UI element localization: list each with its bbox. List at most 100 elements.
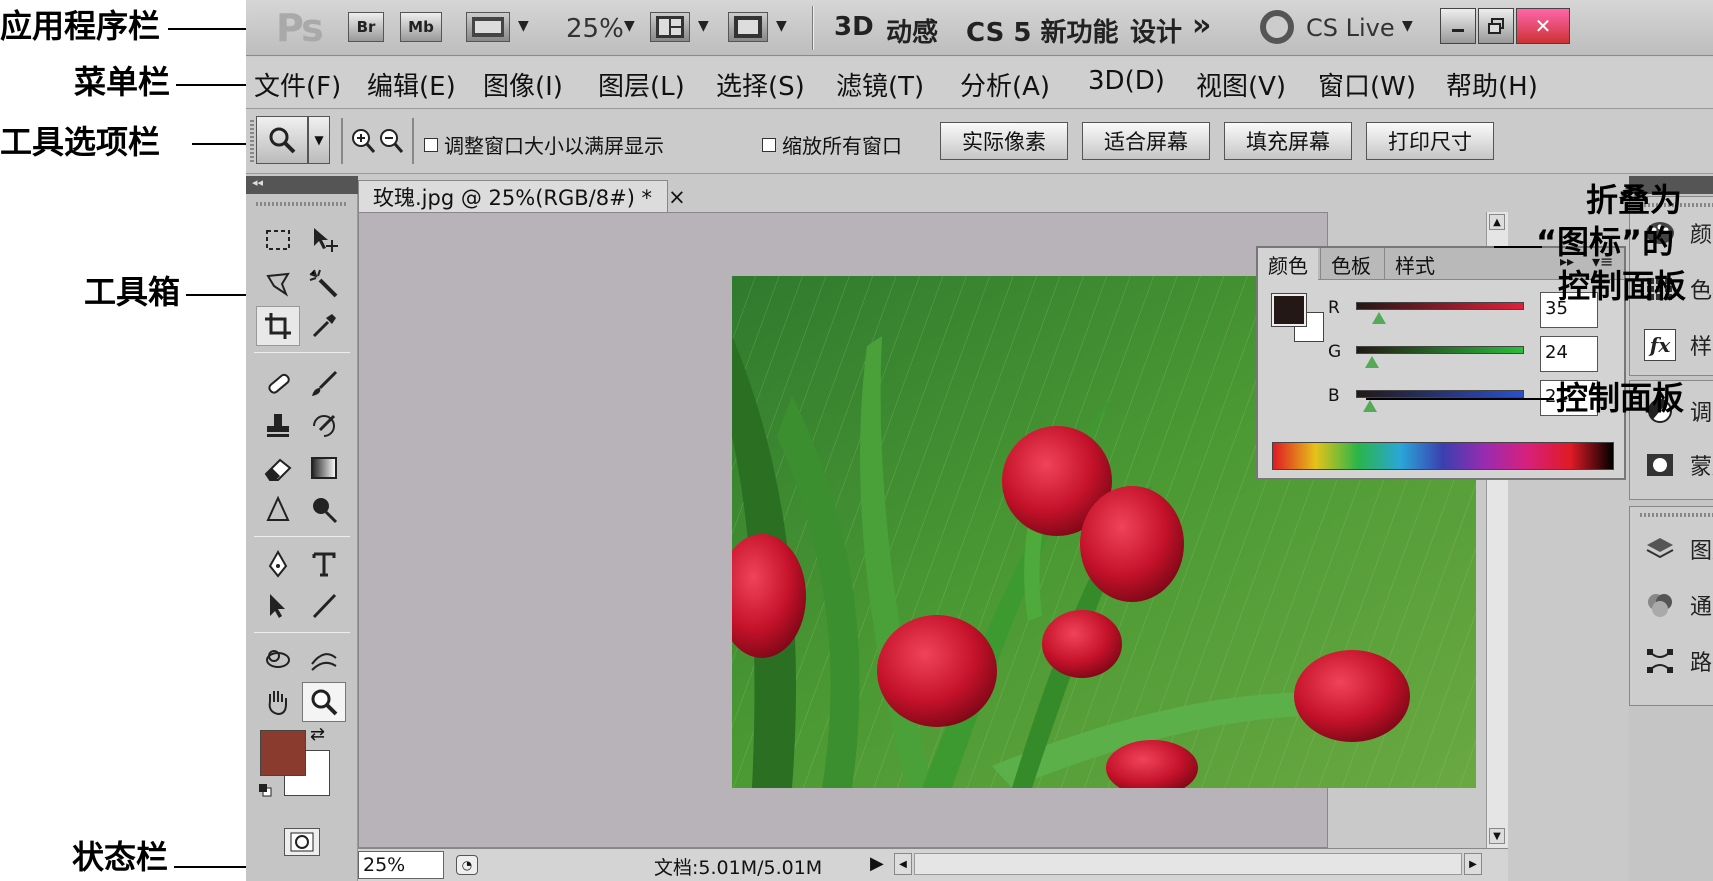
scroll-up-icon[interactable]: ▲ <box>1489 214 1505 230</box>
blue-thumb[interactable] <box>1362 400 1377 412</box>
zoom-tool[interactable] <box>302 682 346 722</box>
status-info-icon[interactable]: ◔ <box>456 855 478 875</box>
resize-windows-checkbox[interactable]: 调整窗口大小以满屏显示 <box>424 130 664 159</box>
zoom-out-icon[interactable] <box>378 126 404 156</box>
close-button[interactable]: ✕ <box>1516 8 1570 44</box>
dock-item-layers[interactable]: 图层 <box>1644 527 1713 571</box>
eyedropper-tool[interactable] <box>302 306 346 346</box>
crop-tool[interactable] <box>256 306 300 346</box>
mini-bridge-button[interactable]: Mb <box>400 12 442 42</box>
pen-tool[interactable] <box>256 544 300 584</box>
screen-mode-button[interactable] <box>728 12 768 42</box>
blue-track[interactable] <box>1356 390 1524 398</box>
status-zoom-field[interactable]: 25% <box>358 851 444 879</box>
horizontal-scrollbar[interactable] <box>914 853 1462 875</box>
bridge-button[interactable]: Br <box>348 12 384 42</box>
workspace-design[interactable]: 设计 <box>1130 12 1182 49</box>
scroll-down-icon[interactable]: ▼ <box>1489 828 1505 844</box>
zoom-in-icon[interactable] <box>350 126 376 156</box>
arrange-documents-button[interactable] <box>650 12 690 42</box>
color-spectrum-bar[interactable] <box>1272 442 1614 470</box>
red-track[interactable] <box>1356 302 1524 310</box>
tool-preset-dropdown[interactable]: ▼ <box>308 116 330 164</box>
status-menu-arrow-icon[interactable]: ▶ <box>870 853 884 874</box>
magic-wand-tool[interactable] <box>302 264 346 304</box>
document-tab[interactable]: 玫瑰.jpg @ 25%(RGB/8#) * × <box>358 180 686 212</box>
chevron-down-icon[interactable]: ▼ <box>698 18 709 34</box>
menu-3d[interactable]: 3D(D) <box>1088 66 1165 96</box>
actual-pixels-button[interactable]: 实际像素 <box>940 122 1068 160</box>
marquee-tool[interactable] <box>256 220 300 260</box>
fit-screen-button[interactable]: 适合屏幕 <box>1082 122 1210 160</box>
move-tool[interactable] <box>302 220 346 260</box>
cs-live-menu[interactable]: CS Live <box>1306 14 1395 42</box>
more-workspaces-icon[interactable]: » <box>1192 8 1211 43</box>
lasso-tool[interactable] <box>256 264 300 304</box>
history-brush-tool[interactable] <box>302 406 346 446</box>
default-colors-icon[interactable] <box>258 782 272 797</box>
chevron-down-icon[interactable]: ▼ <box>776 18 787 34</box>
horizontal-scroll-left-icon[interactable]: ◀ <box>894 853 912 875</box>
type-tool[interactable] <box>302 544 346 584</box>
red-thumb[interactable] <box>1372 312 1387 324</box>
menu-view[interactable]: 视图(V) <box>1196 66 1286 103</box>
tab-color[interactable]: 颜色 <box>1258 248 1318 280</box>
fill-screen-button[interactable]: 填充屏幕 <box>1224 122 1352 160</box>
menu-window[interactable]: 窗口(W) <box>1318 66 1416 103</box>
zoom-all-windows-checkbox[interactable]: 缩放所有窗口 <box>762 130 902 159</box>
toolbox-grip[interactable] <box>256 202 348 206</box>
restore-button[interactable] <box>1478 8 1514 44</box>
green-slider[interactable]: G 24 <box>1328 336 1618 374</box>
print-size-button[interactable]: 打印尺寸 <box>1366 122 1494 160</box>
dock-item-channels[interactable]: 通道 <box>1644 583 1713 627</box>
menu-file[interactable]: 文件(F) <box>254 66 341 103</box>
dock-item-paths[interactable]: 路径 <box>1644 639 1713 683</box>
close-icon[interactable]: × <box>668 185 686 209</box>
menu-help[interactable]: 帮助(H) <box>1446 66 1538 103</box>
gradient-tool[interactable] <box>302 448 346 488</box>
blur-tool[interactable] <box>256 490 300 530</box>
checkbox-box[interactable] <box>424 137 438 152</box>
menu-layer[interactable]: 图层(L) <box>598 66 685 103</box>
hand-tool[interactable] <box>256 682 300 722</box>
foreground-color-box[interactable] <box>1271 293 1307 327</box>
workspace-motion[interactable]: 动感 <box>886 12 938 49</box>
chevron-down-icon[interactable]: ▼ <box>1402 18 1413 34</box>
workspace-cs5-new[interactable]: CS 5 新功能 <box>966 12 1118 49</box>
quick-mask-button[interactable] <box>284 828 320 856</box>
dock-item-styles[interactable]: fx 样式 <box>1644 323 1713 367</box>
view-extras-button[interactable] <box>466 12 510 42</box>
healing-brush-tool[interactable] <box>256 364 300 404</box>
menu-edit[interactable]: 编辑(E) <box>367 66 456 103</box>
tool-preset-picker[interactable] <box>256 116 308 164</box>
menu-analysis[interactable]: 分析(A) <box>960 66 1050 103</box>
line-tool[interactable] <box>302 586 346 626</box>
dodge-tool[interactable] <box>302 490 346 530</box>
zoom-level[interactable]: 25% <box>566 14 624 44</box>
options-bar-grip[interactable] <box>250 120 254 164</box>
cs-live-icon[interactable] <box>1260 10 1294 44</box>
green-thumb[interactable] <box>1364 356 1379 368</box>
swap-colors-icon[interactable]: ⇄ <box>310 724 325 745</box>
menu-select[interactable]: 选择(S) <box>716 66 805 103</box>
clone-stamp-tool[interactable] <box>256 406 300 446</box>
dock-item-masks[interactable]: 蒙版 <box>1644 443 1713 487</box>
menu-filter[interactable]: 滤镜(T) <box>836 66 924 103</box>
foreground-color-swatch[interactable] <box>260 730 306 776</box>
chevron-down-icon[interactable]: ▼ <box>624 18 635 34</box>
3d-rotate-tool[interactable] <box>256 640 300 680</box>
green-value-input[interactable]: 24 <box>1540 336 1598 372</box>
path-selection-tool[interactable] <box>256 586 300 626</box>
toolbox-header[interactable]: ◂◂ <box>246 176 358 194</box>
workspace-3d[interactable]: 3D <box>834 12 874 42</box>
tab-swatches[interactable]: 色板 <box>1320 248 1381 280</box>
chevron-down-icon[interactable]: ▼ <box>518 18 529 34</box>
menu-image[interactable]: 图像(I) <box>483 66 563 103</box>
horizontal-scroll-right-icon[interactable]: ▶ <box>1464 853 1482 875</box>
tab-styles[interactable]: 样式 <box>1384 248 1445 280</box>
checkbox-box[interactable] <box>762 137 776 152</box>
green-track[interactable] <box>1356 346 1524 354</box>
brush-tool[interactable] <box>302 364 346 404</box>
dock-grip[interactable] <box>1640 513 1713 517</box>
minimize-button[interactable] <box>1440 8 1476 44</box>
